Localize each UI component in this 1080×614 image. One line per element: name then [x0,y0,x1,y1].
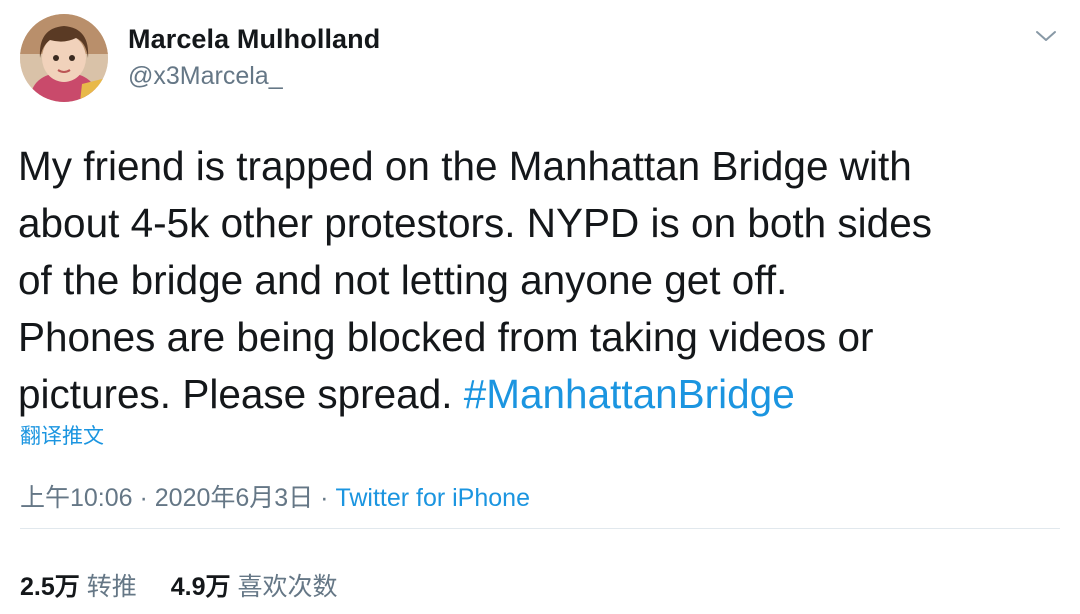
likes-count: 4.9万 [170,573,231,601]
retweets-stat[interactable]: 2.5万 转推 [20,567,137,603]
tweet-text: My friend is trapped on the Manhattan Br… [18,138,1068,423]
profile-photo [20,14,108,102]
tweet-source-link[interactable]: Twitter for iPhone [335,484,530,512]
likes-stat[interactable]: 4.9万 喜欢次数 [171,567,338,603]
tweet-card: Marcela Mulholland @x3Marcela_ My friend… [0,0,1080,614]
meta-separator: · [132,484,155,512]
hashtag-link[interactable]: #ManhattanBridge [464,371,795,417]
tweet-time[interactable]: 上午10:06 [20,484,133,512]
retweets-label: 转推 [86,573,137,601]
author-handle[interactable]: @x3Marcela_ [128,62,283,91]
divider [20,528,1060,529]
retweets-count: 2.5万 [20,573,80,601]
chevron-down-icon[interactable] [1032,22,1060,50]
tweet-text-line: of the bridge and not letting anyone get… [18,257,788,303]
translate-tweet-link[interactable]: 翻译推文 [20,420,104,450]
likes-label: 喜欢次数 [237,573,338,601]
tweet-stats: 2.5万 转推 4.9万 喜欢次数 [20,567,371,603]
meta-separator: · [313,484,336,512]
author-display-name[interactable]: Marcela Mulholland [128,24,380,55]
tweet-text-segment: pictures. Please spread. [18,371,464,417]
tweet-text-last-line: pictures. Please spread. #ManhattanBridg… [18,366,1068,423]
tweet-text-line: Phones are being blocked from taking vid… [18,314,874,360]
tweet-meta: 上午10:06 · 2020年6月3日 · Twitter for iPhone [20,478,530,514]
tweet-text-line: about 4-5k other protestors. NYPD is on … [18,200,932,246]
tweet-text-line: My friend is trapped on the Manhattan Br… [18,143,912,189]
tweet-date[interactable]: 2020年6月3日 [155,484,313,512]
avatar[interactable] [20,14,108,102]
